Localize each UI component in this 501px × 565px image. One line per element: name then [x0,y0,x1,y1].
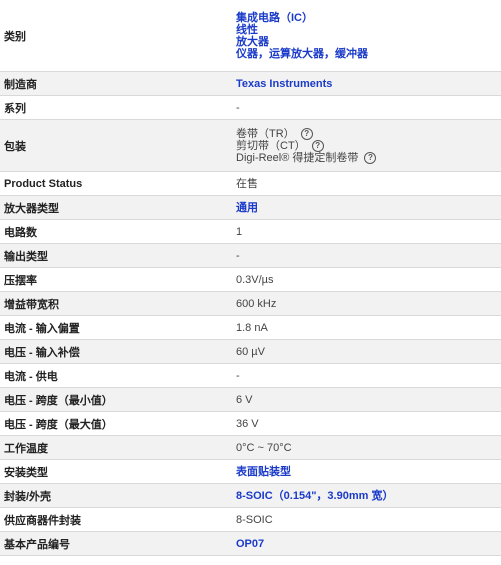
packaging-option: Digi-Reel® 得捷定制卷带 ? [236,151,501,164]
row-value: 在售 [232,178,501,190]
packaging-digireel: Digi-Reel® 得捷定制卷带 [236,151,359,164]
row-label: 类别 [4,30,26,43]
row-label: 电压 - 跨度（最小值） [4,394,113,407]
row-value: 60 µV [232,346,501,358]
row-value: 0°C ~ 70°C [232,442,501,454]
row-label: 电流 - 供电 [4,370,58,383]
question-circle-icon[interactable]: ? [300,127,313,140]
question-circle-icon[interactable]: ? [364,151,377,164]
manufacturer-link[interactable]: Texas Instruments [236,78,501,90]
product-attributes-table: 类别 集成电路（IC） 线性 放大器 仪器，运算放大器，缓冲器 制造商 Texa… [0,0,501,556]
table-row-voltage-min: 电压 - 跨度（最小值） 6 V [0,388,501,412]
table-row-gbw: 增益带宽积 600 kHz [0,292,501,316]
table-row-output-type: 输出类型 - [0,244,501,268]
packaging-tr: 卷带（TR） [236,127,295,140]
row-label: 工作温度 [4,442,48,455]
row-label: 电流 - 输入偏置 [4,322,80,335]
table-row-circuits: 电路数 1 [0,220,501,244]
table-row-series: 系列 - [0,96,501,120]
row-label: 基本产品编号 [4,538,70,551]
row-value: - [232,370,501,382]
mounting-type-link[interactable]: 表面贴装型 [236,466,501,478]
table-row-packaging: 包装 卷带（TR） ? 剪切带（CT） ? Digi-Reel® 得捷定制卷带 … [0,120,501,172]
table-row-input-bias: 电流 - 输入偏置 1.8 nA [0,316,501,340]
row-value: 8-SOIC [232,514,501,526]
status-value: 在售 [236,177,258,190]
row-value: 通用 [232,202,501,214]
row-label: 系列 [4,102,26,115]
circuits-value: 1 [236,225,243,238]
row-label: 输出类型 [4,250,48,263]
table-row-operating-temp: 工作温度 0°C ~ 70°C [0,436,501,460]
table-row-input-offset: 电压 - 输入补偿 60 µV [0,340,501,364]
row-value: 36 V [232,418,501,430]
amplifier-type-link[interactable]: 通用 [236,202,501,214]
row-label: 电压 - 跨度（最大值） [4,418,113,431]
row-label: 压摆率 [4,274,37,287]
category-link-amplifiers[interactable]: 放大器 [236,36,501,48]
category-link-ic[interactable]: 集成电路（IC） [236,12,501,24]
row-value: Texas Instruments [232,78,501,90]
table-row-product-status: Product Status 在售 [0,172,501,196]
row-label: 包装 [4,140,26,153]
row-label: Product Status [4,177,83,190]
row-label: 放大器类型 [4,202,59,215]
table-row-supplier-package: 供应商器件封装 8-SOIC [0,508,501,532]
packaging-option: 剪切带（CT） ? [236,139,501,152]
row-label: 封装/外壳 [4,490,52,503]
supply-current-value: - [236,369,240,382]
output-type-value: - [236,249,240,262]
row-value: 600 kHz [232,298,501,310]
voltage-min-value: 6 V [236,393,253,406]
row-value: OP07 [232,538,501,550]
row-value: 0.3V/µs [232,274,501,286]
table-row-package-case: 封装/外壳 8-SOIC（0.154"，3.90mm 宽） [0,484,501,508]
gbw-value: 600 kHz [236,297,277,310]
row-value: 表面贴装型 [232,466,501,478]
base-product-number-link[interactable]: OP07 [236,538,501,550]
row-value: 1 [232,226,501,238]
row-label: 电路数 [4,226,37,239]
input-offset-value: 60 µV [236,345,265,358]
row-value: 6 V [232,394,501,406]
row-label: 供应商器件封装 [4,514,81,527]
table-row-base-product-number: 基本产品编号 OP07 [0,532,501,556]
series-value: - [236,101,240,114]
row-value: 8-SOIC（0.154"，3.90mm 宽） [232,490,501,502]
package-case-link[interactable]: 8-SOIC（0.154"，3.90mm 宽） [236,490,501,502]
supplier-package-value: 8-SOIC [236,513,273,526]
packaging-ct: 剪切带（CT） [236,139,306,152]
question-circle-icon[interactable]: ? [311,139,324,152]
table-row-voltage-max: 电压 - 跨度（最大值） 36 V [0,412,501,436]
table-row-mounting-type: 安装类型 表面贴装型 [0,460,501,484]
voltage-max-value: 36 V [236,417,259,430]
table-row-supply-current: 电流 - 供电 - [0,364,501,388]
category-link-linear[interactable]: 线性 [236,24,501,36]
row-value: 卷带（TR） ? 剪切带（CT） ? Digi-Reel® 得捷定制卷带 ? [232,127,501,164]
row-value: 1.8 nA [232,322,501,334]
table-row-category: 类别 集成电路（IC） 线性 放大器 仪器，运算放大器，缓冲器 [0,0,501,72]
table-row-slew-rate: 压摆率 0.3V/µs [0,268,501,292]
table-row-manufacturer: 制造商 Texas Instruments [0,72,501,96]
table-row-amplifier-type: 放大器类型 通用 [0,196,501,220]
row-value: - [232,250,501,262]
row-label: 电压 - 输入补偿 [4,346,80,359]
row-value: 集成电路（IC） 线性 放大器 仪器，运算放大器，缓冲器 [232,12,501,60]
row-label: 安装类型 [4,466,48,479]
slew-rate-value: 0.3V/µs [236,273,274,286]
row-label: 制造商 [4,78,37,91]
input-bias-value: 1.8 nA [236,321,268,334]
packaging-option: 卷带（TR） ? [236,127,501,140]
row-label: 增益带宽积 [4,298,59,311]
row-value: - [232,102,501,114]
operating-temp-value: 0°C ~ 70°C [236,441,292,454]
category-link-instrumentation[interactable]: 仪器，运算放大器，缓冲器 [236,48,501,60]
